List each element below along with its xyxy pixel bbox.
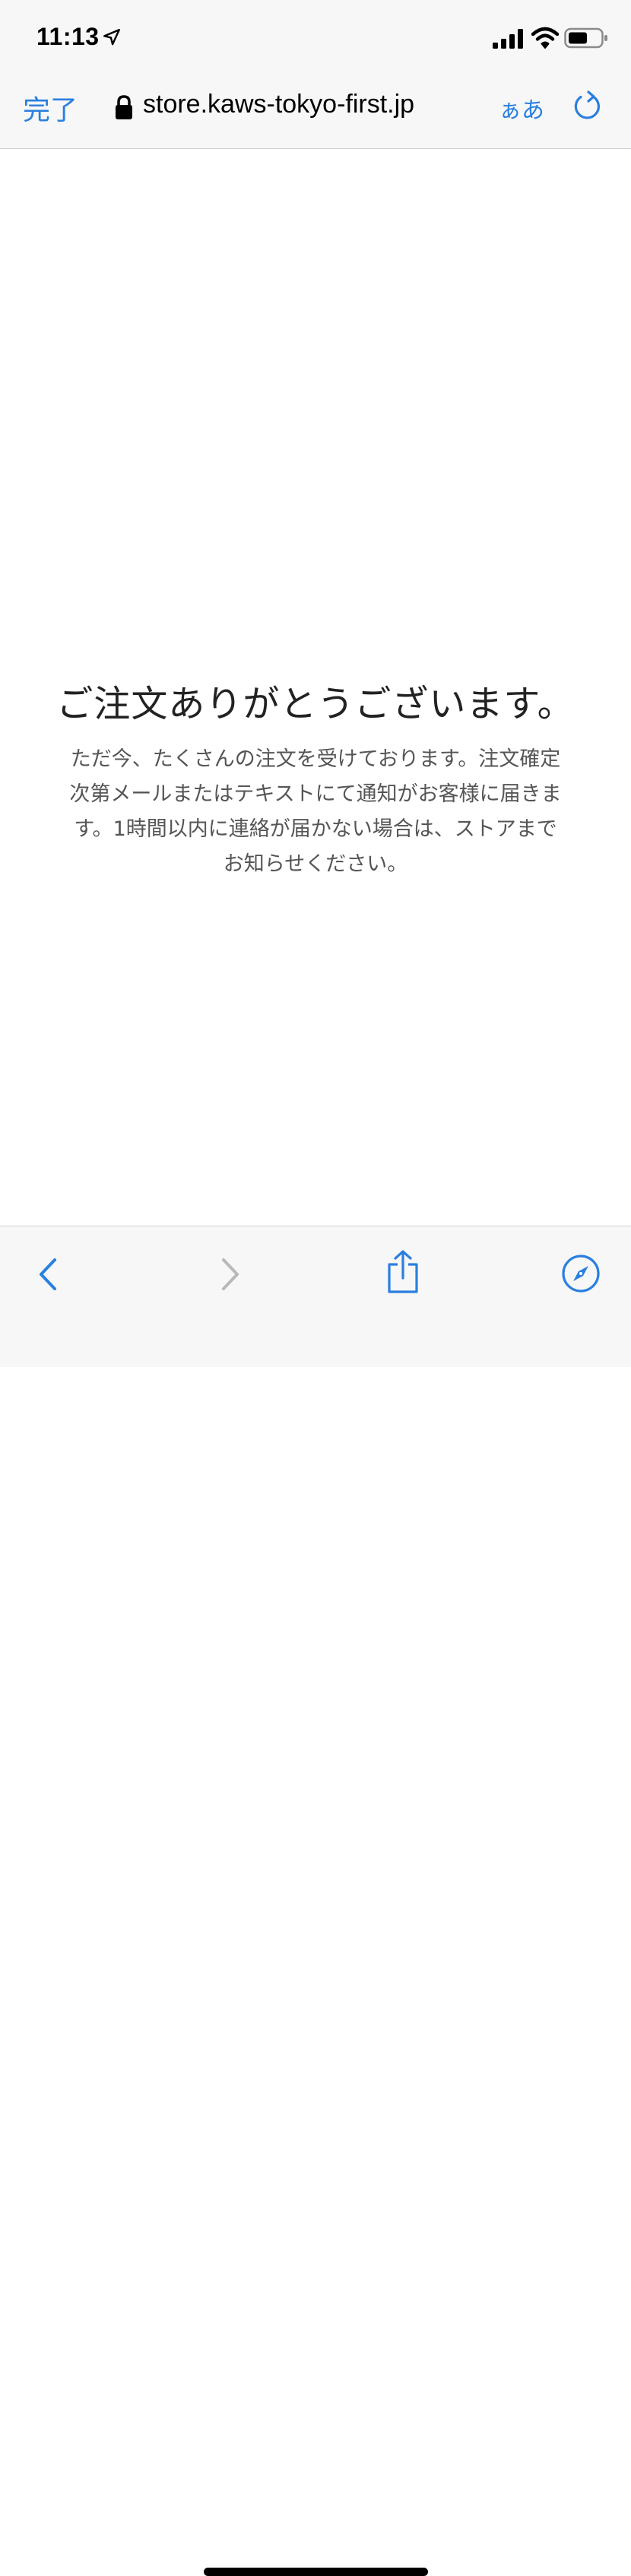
message-line: ただ今、たくさんの注文を受けております。注文確定 <box>70 747 561 771</box>
page-title: ご注文ありがとうございます。 <box>56 683 575 725</box>
order-message: ただ今、たくさんの注文を受けております。注文確定 次第メールまたはテキストにて通… <box>46 742 585 882</box>
wifi-icon <box>531 27 559 49</box>
home-indicator <box>204 2568 428 2576</box>
cellular-signal-icon <box>493 29 523 49</box>
url-text: store.kaws-tokyo-first.jp <box>143 90 415 119</box>
location-arrow-icon <box>103 29 120 46</box>
url-field[interactable]: store.kaws-tokyo-first.jp <box>113 87 477 129</box>
status-time: 11:13 <box>36 23 100 50</box>
done-button[interactable]: 完了 <box>23 88 78 128</box>
browser-toolbar <box>0 1226 631 2576</box>
message-line: す。1時間以内に連絡が届かない場合は、ストアまで <box>74 817 557 841</box>
back-icon[interactable] <box>33 1255 64 1293</box>
compass-icon[interactable] <box>561 1254 601 1293</box>
message-line: 次第メールまたはテキストにて通知がお客様に届きま <box>69 782 562 806</box>
text-size-button[interactable]: ぁあ <box>499 91 544 125</box>
web-content: ご注文ありがとうございます。 ただ今、たくさんの注文を受けております。注文確定 … <box>0 149 631 1225</box>
share-icon[interactable] <box>385 1249 421 1295</box>
battery-icon <box>564 27 607 49</box>
status-bar: 11:13 <box>0 0 631 70</box>
browser-nav-bar: 完了 store.kaws-tokyo-first.jp ぁあ <box>0 70 631 149</box>
lock-icon <box>116 95 132 119</box>
reload-icon[interactable] <box>569 90 604 125</box>
forward-icon[interactable] <box>214 1255 245 1293</box>
message-line: お知らせください。 <box>223 852 408 876</box>
